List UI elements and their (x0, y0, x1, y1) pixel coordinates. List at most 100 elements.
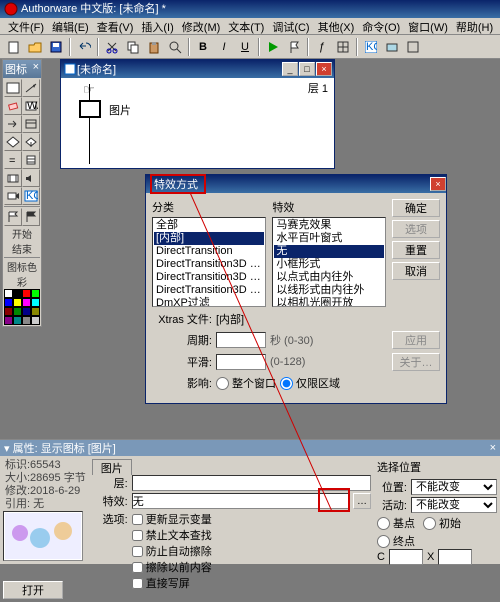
coord-c-input[interactable] (389, 549, 423, 565)
tb-bold[interactable]: B (193, 37, 213, 57)
color-grid[interactable] (4, 289, 40, 325)
menu-debug[interactable]: 调试(C) (268, 18, 313, 34)
smooth-label: 平滑: (152, 354, 212, 370)
tb-flag[interactable] (284, 37, 304, 57)
movie-icon[interactable] (4, 169, 22, 187)
menu-help[interactable]: 帮助(H) (452, 18, 497, 34)
about-button[interactable]: 关于… (392, 353, 440, 371)
affect-label: 影响: (152, 375, 212, 391)
apply-button[interactable]: 应用 (392, 331, 440, 349)
flowline-body[interactable]: 层 1 ☞ 图片 (61, 78, 334, 168)
tb-paste[interactable] (144, 37, 164, 57)
menu-modify[interactable]: 修改(M) (178, 18, 225, 34)
options-label: 选项: (92, 511, 128, 527)
maximize-button[interactable]: □ (299, 62, 315, 76)
radio-initial[interactable] (423, 517, 436, 530)
layer-input[interactable] (132, 475, 371, 491)
opt-update-vars[interactable] (132, 514, 143, 525)
tb-new[interactable] (4, 37, 24, 57)
menu-edit[interactable]: 编辑(E) (48, 18, 93, 34)
smooth-input[interactable] (216, 354, 266, 370)
fx-browse-button[interactable]: … (353, 493, 371, 509)
cancel-button[interactable]: 取消 (392, 262, 440, 280)
tb-grid[interactable] (333, 37, 353, 57)
tb-find[interactable] (165, 37, 185, 57)
reset-button[interactable]: 重置 (392, 241, 440, 259)
position-select[interactable]: 不能改变 (411, 479, 497, 495)
stop-flag[interactable] (22, 208, 40, 226)
tb-misc2[interactable] (403, 37, 423, 57)
opt-no-auto-erase[interactable] (132, 546, 143, 557)
svg-text:WAIT: WAIT (27, 100, 38, 112)
motion-icon[interactable] (22, 79, 40, 97)
tb-save[interactable] (46, 37, 66, 57)
effects-titlebar[interactable]: 特效方式 × (146, 175, 446, 193)
coord-x-input[interactable] (438, 549, 472, 565)
interaction-icon[interactable] (22, 133, 40, 151)
category-list[interactable]: 全部 [内部] DirectTransition DirectTransitio… (152, 217, 266, 307)
opt-direct-screen[interactable] (132, 578, 143, 589)
flowline-window: [未命名] _ □ × 层 1 ☞ 图片 (60, 59, 335, 169)
calc-icon[interactable]: = (4, 151, 22, 169)
tb-undo[interactable] (74, 37, 94, 57)
affect-all-radio[interactable] (216, 377, 229, 390)
navigate-icon[interactable] (4, 115, 22, 133)
close-button[interactable]: × (316, 62, 332, 76)
menu-other[interactable]: 其他(X) (314, 18, 359, 34)
effects-dialog: 特效方式 × 分类 全部 [内部] DirectTransition Direc… (145, 174, 447, 404)
tb-run[interactable] (263, 37, 283, 57)
affect-area-radio[interactable] (280, 377, 293, 390)
radio-base[interactable] (377, 517, 390, 530)
period-input[interactable] (216, 332, 266, 348)
menu-insert[interactable]: 插入(I) (137, 18, 177, 34)
app-titlebar: Authorware 中文版: [未命名] * (0, 0, 500, 18)
period-hint: 秒 (0-30) (270, 332, 313, 348)
decision-icon[interactable] (4, 133, 22, 151)
sound-icon[interactable] (22, 169, 40, 187)
framework-icon[interactable] (22, 115, 40, 133)
tab-picture[interactable]: 图片 (92, 459, 132, 475)
tb-open[interactable] (25, 37, 45, 57)
tb-ko[interactable]: KO (361, 37, 381, 57)
tb-fn[interactable]: ƒ (312, 37, 332, 57)
end-label: 结束 (4, 241, 40, 256)
tb-italic[interactable]: I (214, 37, 234, 57)
minimize-button[interactable]: _ (282, 62, 298, 76)
open-button[interactable]: 打开 (3, 581, 63, 599)
display-icon[interactable] (4, 79, 22, 97)
tb-misc1[interactable] (382, 37, 402, 57)
flowline-titlebar[interactable]: [未命名] _ □ × (61, 60, 334, 78)
menu-view[interactable]: 查看(V) (93, 18, 138, 34)
opt-erase-previous[interactable] (132, 562, 143, 573)
flow-icon-label[interactable]: 图片 (109, 102, 131, 118)
tb-cut[interactable] (102, 37, 122, 57)
effect-list[interactable]: 马赛克效果 水平百叶窗式 无 小框形式 以点式由内往外 以线形式由内往外 以相机… (272, 217, 386, 307)
smooth-hint: (0-128) (270, 356, 305, 368)
menu-command[interactable]: 命令(O) (358, 18, 404, 34)
wait-icon[interactable]: WAIT (22, 97, 40, 115)
coord-x: X (427, 551, 434, 563)
effects-close-button[interactable]: × (430, 177, 446, 191)
display-icon-on-flow[interactable] (79, 100, 101, 118)
tb-copy[interactable] (123, 37, 143, 57)
menu-file[interactable]: 文件(F) (4, 18, 48, 34)
video-icon[interactable] (4, 187, 22, 205)
ko-icon[interactable]: KO (22, 187, 40, 205)
radio-end[interactable] (377, 535, 390, 548)
properties-panel: ▾ 属性: 显示图标 [图片] × 标识:65543 大小:28695 字节 修… (0, 439, 500, 564)
menu-window[interactable]: 窗口(W) (404, 18, 452, 34)
menu-text[interactable]: 文本(T) (224, 18, 268, 34)
icon-thumbnail (3, 511, 83, 561)
ok-button[interactable]: 确定 (392, 199, 440, 217)
menubar: 文件(F) 编辑(E) 查看(V) 插入(I) 修改(M) 文本(T) 调试(C… (0, 18, 500, 35)
erase-icon[interactable] (4, 97, 22, 115)
props-close-icon[interactable]: × (490, 442, 496, 454)
start-flag[interactable] (4, 208, 22, 226)
effects-title-text: 特效方式 (150, 174, 206, 194)
activity-select[interactable]: 不能改变 (411, 497, 497, 513)
palette-close-icon[interactable]: × (33, 61, 39, 77)
option-button[interactable]: 选项 (392, 220, 440, 238)
opt-no-text-search[interactable] (132, 530, 143, 541)
map-icon[interactable] (22, 151, 40, 169)
tb-underline[interactable]: U (235, 37, 255, 57)
